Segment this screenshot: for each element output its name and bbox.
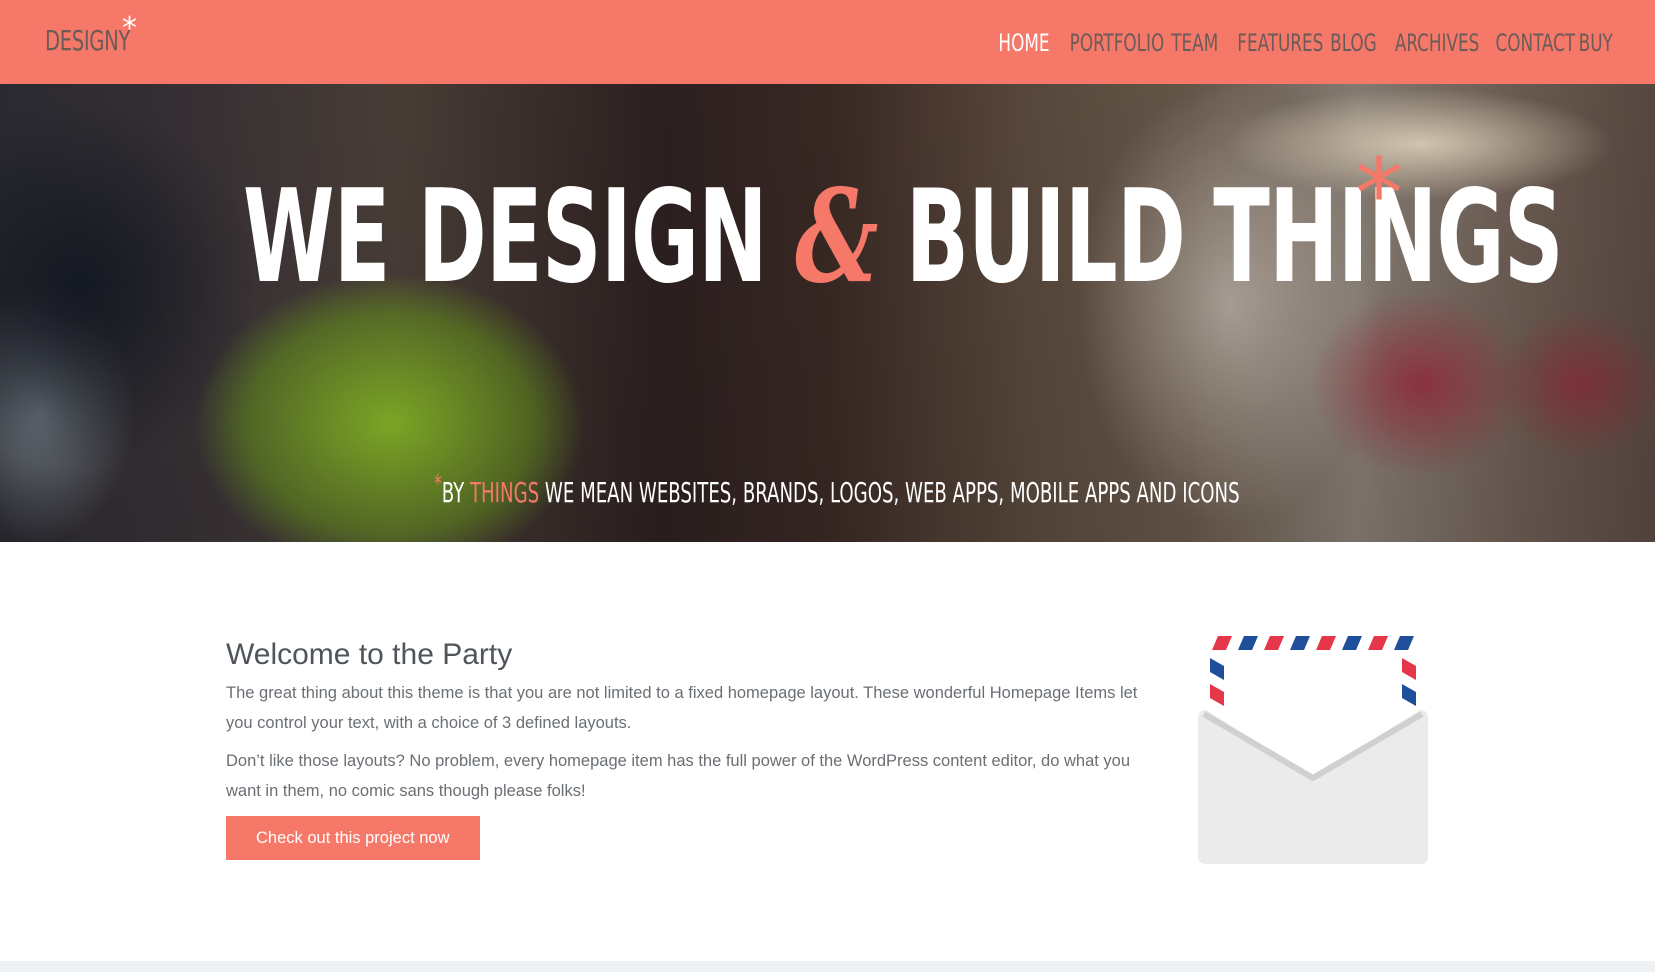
welcome-section: Welcome to the Party The great thing abo… bbox=[226, 636, 1146, 860]
hero-subtitle-accent: THINGS bbox=[469, 476, 540, 509]
hero-subtitle-asterisk: * bbox=[434, 470, 442, 498]
hero-subtitle-rest: WE MEAN WEBSITES, BRANDS, LOGOS, WEB APP… bbox=[539, 476, 1240, 509]
hero-title-ampersand: & bbox=[795, 162, 878, 312]
nav-item-portfolio[interactable]: PORTFOLIO bbox=[1070, 28, 1165, 58]
site-header: DESIGNY * HOME PORTFOLIO TEAM FEATURES B… bbox=[0, 0, 1655, 84]
hero-subtitle-by: BY bbox=[441, 476, 470, 509]
check-out-project-button[interactable]: Check out this project now bbox=[226, 816, 480, 860]
welcome-paragraph-1: The great thing about this theme is that… bbox=[226, 684, 1138, 732]
hero-title-part1: WE DESIGN bbox=[243, 163, 796, 312]
nav-item-blog[interactable]: BLOG bbox=[1330, 28, 1377, 58]
welcome-paragraph-2: Don’t like those layouts? No problem, ev… bbox=[226, 752, 1131, 800]
nav-item-contact[interactable]: CONTACT bbox=[1496, 28, 1576, 58]
site-logo[interactable]: DESIGNY bbox=[45, 24, 130, 57]
logo-asterisk: * bbox=[122, 11, 137, 46]
hero-title-part2: BUILD THINGS bbox=[877, 163, 1564, 312]
nav-item-archives[interactable]: ARCHIVES bbox=[1394, 28, 1479, 58]
main-nav: HOME PORTFOLIO TEAM FEATURES BLOG ARCHIV… bbox=[990, 28, 1613, 58]
footer-strip bbox=[0, 961, 1655, 972]
hero-banner: WE DESIGN & BUILD THINGS * *BY THINGS WE… bbox=[0, 84, 1655, 542]
hero-subtitle: *BY THINGS WE MEAN WEBSITES, BRANDS, LOG… bbox=[434, 466, 1240, 511]
welcome-title: Welcome to the Party bbox=[226, 638, 513, 671]
letter-sheet bbox=[1210, 636, 1416, 746]
hero-asterisk: * bbox=[1355, 138, 1403, 250]
envelope-icon bbox=[1198, 636, 1428, 864]
envelope-illustration bbox=[1198, 636, 1428, 864]
nav-item-home[interactable]: HOME bbox=[998, 28, 1049, 58]
nav-item-features[interactable]: FEATURES bbox=[1237, 28, 1323, 58]
nav-item-team[interactable]: TEAM bbox=[1172, 28, 1219, 58]
nav-item-buy[interactable]: BUY bbox=[1579, 28, 1613, 58]
